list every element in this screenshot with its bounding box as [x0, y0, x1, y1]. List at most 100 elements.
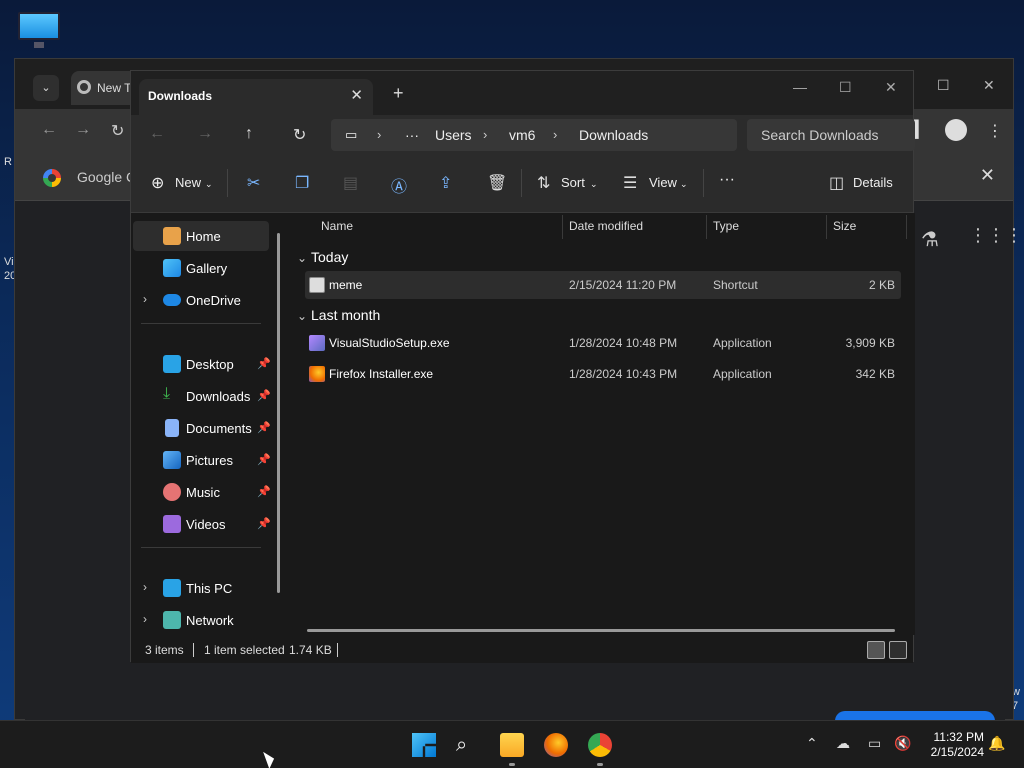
sidebar-item-documents[interactable]: Documents 📌	[133, 413, 271, 443]
chrome-forward-icon[interactable]: →	[75, 121, 91, 139]
more-options-button[interactable]: ···	[719, 171, 735, 189]
file-row[interactable]: meme 2/15/2024 11:20 PM Shortcut 2 KB	[305, 271, 901, 299]
sidebar-item-label: Pictures	[186, 453, 233, 468]
search-icon[interactable]: ⌕	[456, 733, 480, 757]
details-view-icon[interactable]	[867, 641, 885, 659]
tab-close-icon[interactable]: ✕	[350, 86, 363, 104]
sidebar-item-gallery[interactable]: Gallery	[133, 253, 269, 283]
file-name: Firefox Installer.exe	[329, 367, 434, 381]
maximize-icon[interactable]: ☐	[839, 79, 852, 96]
desktop-icon	[163, 355, 181, 373]
clock-time: 11:32 PM	[933, 730, 984, 744]
up-icon[interactable]: ↑	[245, 125, 253, 143]
close-icon[interactable]: ✕	[885, 79, 897, 96]
tab-search-button[interactable]: ⌄	[33, 75, 59, 101]
group-header-last-month[interactable]: Last month	[311, 307, 380, 323]
sidebar-scrollbar[interactable]	[277, 233, 280, 593]
clock[interactable]: 11:32 PM 2/15/2024	[924, 730, 984, 760]
crumb-vm6[interactable]: vm6	[509, 127, 535, 143]
sidebar-item-desktop[interactable]: Desktop 📌	[133, 349, 271, 379]
sidebar-item-music[interactable]: Music 📌	[133, 477, 271, 507]
labs-flask-icon[interactable]: ⚗	[921, 227, 939, 252]
command-bar: ⊕ New ⌄ ✂ ❐ ▤ Ⓐ ⇪ 🗑 ⇅ Sort ⌄ ☰ View ⌄ ··…	[131, 157, 913, 213]
details-button[interactable]: Details	[853, 175, 893, 190]
view-button[interactable]: View	[649, 175, 677, 190]
this-pc-crumb-icon[interactable]: ▭	[345, 127, 357, 143]
pc-icon	[163, 579, 181, 597]
column-header-date[interactable]: Date modified	[569, 219, 643, 233]
tiles-view-icon[interactable]	[889, 641, 907, 659]
chrome-reload-icon[interactable]: ↻	[111, 121, 124, 141]
crumb-chevron-icon[interactable]: ›	[377, 127, 381, 142]
chevron-down-icon[interactable]: ⌄	[205, 179, 213, 190]
file-row[interactable]: Firefox Installer.exe 1/28/2024 10:43 PM…	[305, 360, 901, 388]
notification-bell-icon[interactable]: 🔔	[988, 735, 1005, 752]
column-header-name[interactable]: Name	[321, 219, 353, 233]
sidebar-item-pictures[interactable]: Pictures 📌	[133, 445, 271, 475]
start-windows-icon[interactable]	[412, 733, 436, 757]
new-plus-icon[interactable]: ⊕	[151, 173, 164, 193]
group-collapse-icon[interactable]: ⌄	[297, 251, 307, 265]
chevron-down-icon[interactable]: ⌄	[590, 179, 598, 190]
file-row[interactable]: VisualStudioSetup.exe 1/28/2024 10:48 PM…	[305, 329, 901, 357]
crumb-overflow-icon[interactable]: ···	[405, 127, 419, 143]
file-date: 1/28/2024 10:43 PM	[569, 367, 678, 381]
sort-button[interactable]: Sort	[561, 175, 585, 190]
sidebar-item-home[interactable]: Home	[133, 221, 269, 251]
forward-icon[interactable]: →	[197, 125, 213, 143]
details-pane-icon[interactable]: ◫	[829, 173, 844, 193]
back-icon[interactable]: ←	[149, 125, 165, 143]
rename-icon[interactable]: Ⓐ	[391, 173, 407, 197]
horizontal-scrollbar[interactable]	[307, 629, 895, 632]
sidebar-item-label: Documents	[186, 421, 252, 436]
new-button[interactable]: New	[175, 175, 201, 190]
apps-grid-icon[interactable]: ⋮⋮⋮	[969, 225, 1023, 246]
crumb-users[interactable]: Users	[435, 127, 472, 143]
chrome-icon[interactable]	[588, 733, 612, 757]
column-header-size[interactable]: Size	[833, 219, 856, 233]
breadcrumb[interactable]: ▭ › ··· Users › vm6 › Downloads	[331, 119, 737, 151]
chrome-maximize-icon[interactable]: ☐	[937, 77, 950, 94]
sidebar-item-videos[interactable]: Videos 📌	[133, 509, 271, 539]
chrome-back-icon[interactable]: ←	[41, 121, 57, 139]
sidebar-item-label: This PC	[186, 581, 233, 596]
chevron-down-icon[interactable]: ⌄	[680, 179, 688, 190]
crumb-chevron-icon[interactable]: ›	[483, 127, 487, 142]
chrome-profile-icon[interactable]	[945, 119, 967, 141]
group-collapse-icon[interactable]: ⌄	[297, 309, 307, 323]
chevron-right-icon[interactable]: ›	[143, 580, 147, 594]
onedrive-tray-icon[interactable]: ☁	[836, 735, 850, 752]
chevron-right-icon[interactable]: ›	[143, 612, 147, 626]
sidebar-item-onedrive[interactable]: › OneDrive	[133, 285, 269, 315]
chrome-menu-icon[interactable]: ⋮	[987, 121, 1003, 141]
view-icon[interactable]: ☰	[623, 173, 637, 193]
explorer-tab[interactable]: Downloads ✕	[139, 79, 373, 115]
network-tray-icon[interactable]: ▭	[868, 735, 881, 752]
delete-icon[interactable]: 🗑	[487, 173, 507, 193]
new-tab-icon[interactable]: +	[393, 83, 404, 104]
sidebar-item-this-pc[interactable]: › This PC	[133, 573, 269, 603]
search-input[interactable]: Search Downloads	[747, 119, 915, 151]
chrome-close-icon[interactable]: ✕	[983, 77, 995, 94]
sidebar-item-label: Desktop	[186, 357, 234, 372]
copy-icon[interactable]: ❐	[295, 173, 309, 193]
chevron-right-icon[interactable]: ›	[143, 292, 147, 306]
volume-muted-icon[interactable]: 🔇	[894, 735, 911, 752]
cut-icon[interactable]: ✂	[247, 173, 260, 193]
paste-icon[interactable]: ▤	[343, 173, 358, 193]
sidebar-item-network[interactable]: › Network	[133, 605, 269, 635]
firefox-icon[interactable]	[544, 733, 568, 757]
sidebar-item-downloads[interactable]: ⤓ Downloads 📌	[133, 381, 271, 411]
share-icon[interactable]: ⇪	[439, 173, 452, 193]
sort-icon[interactable]: ⇅	[537, 173, 550, 193]
chrome-bar-close-icon[interactable]: ✕	[980, 165, 995, 186]
group-header-today[interactable]: Today	[311, 249, 348, 265]
column-header-type[interactable]: Type	[713, 219, 739, 233]
crumb-chevron-icon[interactable]: ›	[553, 127, 557, 142]
tray-overflow-icon[interactable]: ⌃	[806, 735, 818, 752]
crumb-downloads[interactable]: Downloads	[579, 127, 648, 143]
minimize-icon[interactable]: —	[793, 79, 807, 95]
refresh-icon[interactable]: ↻	[293, 125, 306, 145]
desktop-monitor-icon[interactable]	[16, 10, 62, 50]
file-explorer-icon[interactable]	[500, 733, 524, 757]
